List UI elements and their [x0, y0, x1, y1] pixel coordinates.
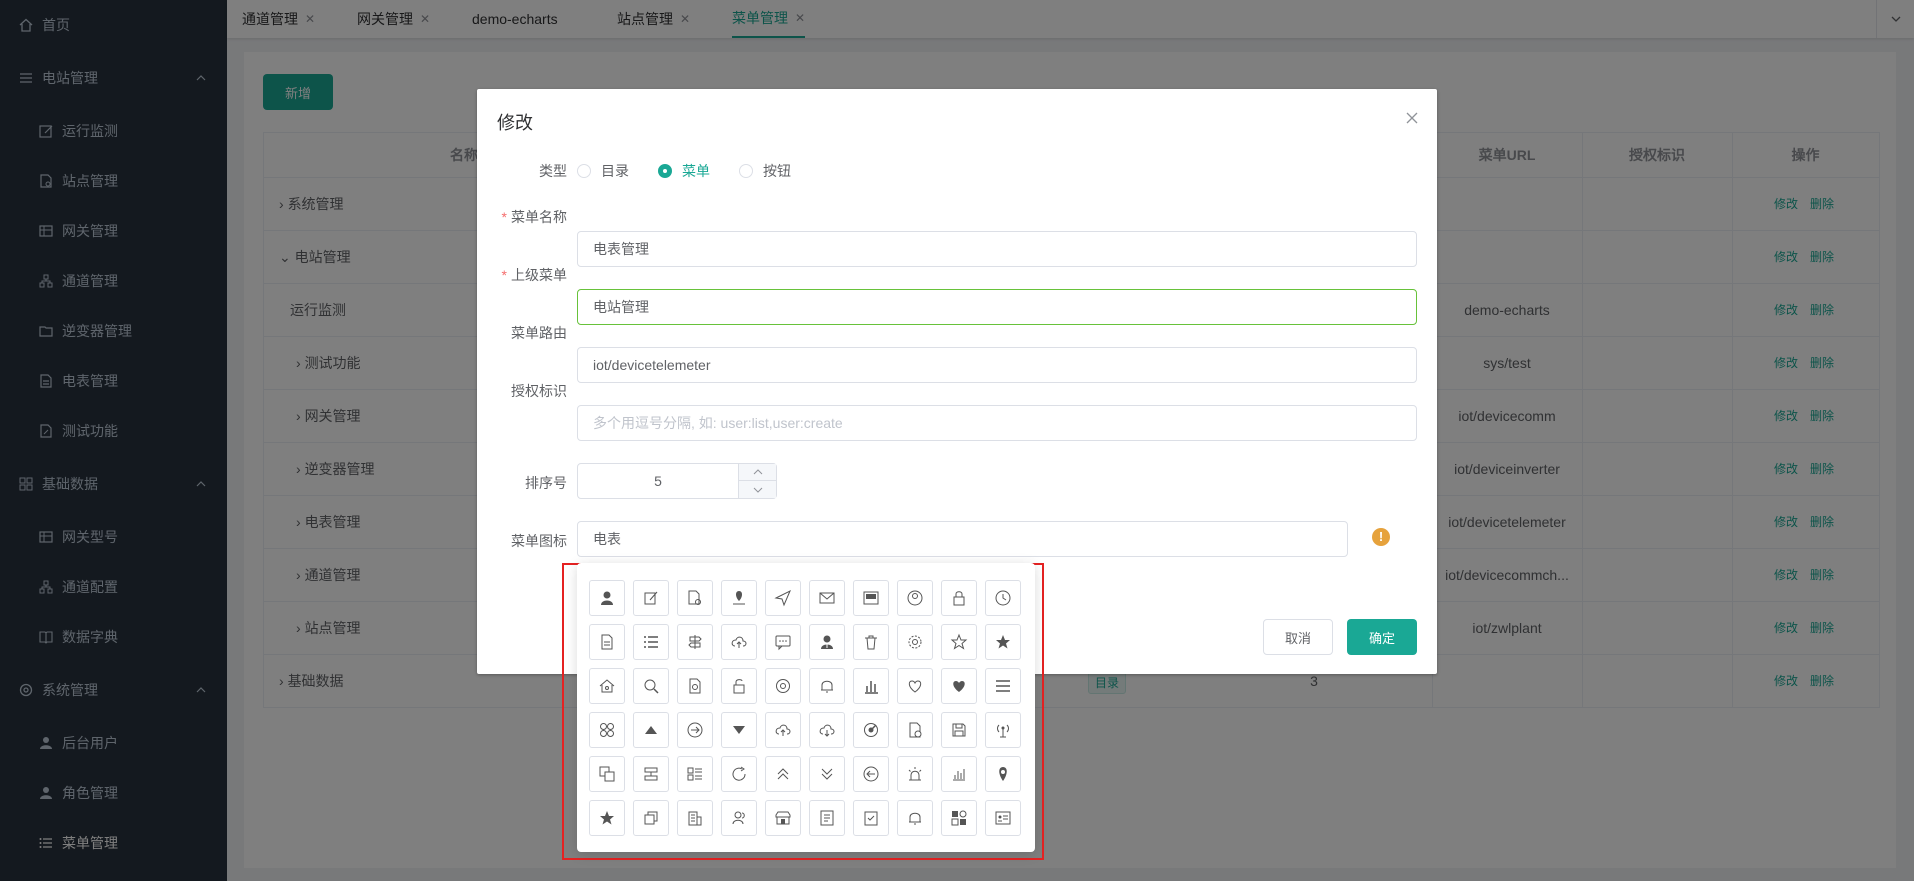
perm-input[interactable]: 多个用逗号分隔, 如: user:list,user:create: [577, 405, 1417, 441]
edit-icon[interactable]: [633, 580, 669, 616]
location-icon[interactable]: [985, 756, 1021, 792]
radio-label: 按钮: [763, 163, 791, 179]
chat-icon[interactable]: [765, 624, 801, 660]
list-icon[interactable]: [633, 624, 669, 660]
warning-icon[interactable]: !: [1372, 528, 1390, 546]
order-stepper[interactable]: 5: [577, 463, 777, 499]
building-icon[interactable]: [677, 800, 713, 836]
label-text: 菜单名称: [511, 209, 567, 225]
radar-icon[interactable]: [853, 712, 889, 748]
map-pin-icon[interactable]: [721, 580, 757, 616]
refresh-icon[interactable]: [721, 756, 757, 792]
increase-button[interactable]: [738, 464, 776, 481]
order-value[interactable]: 5: [578, 464, 738, 498]
agent-icon[interactable]: [809, 624, 845, 660]
type-label: 类型: [539, 163, 567, 179]
stats-icon[interactable]: [941, 756, 977, 792]
apps-icon[interactable]: [941, 800, 977, 836]
menu-name-input[interactable]: 电表管理: [577, 231, 1417, 267]
radio-menu[interactable]: 菜单: [658, 161, 710, 181]
notes-icon[interactable]: [809, 800, 845, 836]
cloud-upload-icon[interactable]: [765, 712, 801, 748]
arrow-left-circle-icon[interactable]: [853, 756, 889, 792]
search-icon[interactable]: [633, 668, 669, 704]
radio-label: 菜单: [682, 163, 710, 179]
star-outline-icon[interactable]: [941, 624, 977, 660]
save-icon[interactable]: [941, 712, 977, 748]
radio-dot: [739, 164, 753, 178]
mail-icon[interactable]: [809, 580, 845, 616]
chevron-down-icon: [753, 487, 762, 493]
parent-menu-input[interactable]: 电站管理: [577, 289, 1417, 325]
trash-icon[interactable]: [853, 624, 889, 660]
document-search-icon[interactable]: [677, 668, 713, 704]
decrease-button[interactable]: [738, 481, 776, 498]
star-icon[interactable]: [589, 800, 625, 836]
double-up-icon[interactable]: [765, 756, 801, 792]
stack-icon[interactable]: [633, 800, 669, 836]
user-icon[interactable]: [589, 580, 625, 616]
radio-catalog[interactable]: 目录: [577, 161, 629, 181]
cancel-button[interactable]: 取消: [1263, 619, 1333, 655]
document-gear-icon[interactable]: [677, 580, 713, 616]
lock-icon[interactable]: [941, 580, 977, 616]
menu-route-input[interactable]: iot/devicetelemeter: [577, 347, 1417, 383]
unlock-icon[interactable]: [721, 668, 757, 704]
cloud-upload-icon[interactable]: [721, 624, 757, 660]
parent-menu-label: * 上级菜单: [477, 265, 567, 285]
arrow-right-circle-icon[interactable]: [677, 712, 713, 748]
perm-label: 授权标识: [511, 383, 567, 399]
order-label: 排序号: [525, 475, 567, 491]
gear-icon[interactable]: [897, 624, 933, 660]
chevron-up-icon: [753, 469, 762, 475]
document-icon[interactable]: [589, 624, 625, 660]
radio-label: 目录: [601, 163, 629, 179]
clock-icon[interactable]: [985, 580, 1021, 616]
radio-dot: [577, 164, 591, 178]
grid-icon[interactable]: [589, 712, 625, 748]
signpost-icon[interactable]: [677, 624, 713, 660]
cloud-download-icon[interactable]: [809, 712, 845, 748]
alarm-icon[interactable]: [897, 756, 933, 792]
settings-icon[interactable]: [765, 668, 801, 704]
id-card-icon[interactable]: [985, 800, 1021, 836]
antenna-icon[interactable]: [985, 712, 1021, 748]
star-icon[interactable]: [985, 624, 1021, 660]
menu-route-label: 菜单路由: [511, 325, 567, 341]
bar-chart-icon[interactable]: [853, 668, 889, 704]
detail-list-icon[interactable]: [677, 756, 713, 792]
menu-icon[interactable]: [985, 668, 1021, 704]
heart-outline-icon[interactable]: [897, 668, 933, 704]
menu-icon-input[interactable]: 电表: [577, 521, 1348, 557]
label-text: 上级菜单: [511, 267, 567, 283]
send-icon[interactable]: [765, 580, 801, 616]
required-mark: *: [501, 267, 507, 283]
menu-name-label: * 菜单名称: [477, 207, 567, 227]
radio-dot: [658, 164, 672, 178]
bell-icon[interactable]: [809, 668, 845, 704]
document-clock-icon[interactable]: [897, 712, 933, 748]
radio-button[interactable]: 按钮: [739, 161, 791, 181]
double-down-icon[interactable]: [809, 756, 845, 792]
dialog-title: 修改: [497, 113, 533, 133]
caret-up-icon[interactable]: [633, 712, 669, 748]
menu-icon-label: 菜单图标: [511, 533, 567, 549]
house-icon[interactable]: [589, 668, 625, 704]
shop-icon[interactable]: [765, 800, 801, 836]
clipboard-check-icon[interactable]: [853, 800, 889, 836]
users-icon[interactable]: [721, 800, 757, 836]
confirm-button[interactable]: 确定: [1347, 619, 1417, 655]
newspaper-icon[interactable]: [853, 580, 889, 616]
close-icon[interactable]: [1405, 111, 1419, 125]
copy-icon[interactable]: [589, 756, 625, 792]
icon-picker-popover: [577, 563, 1035, 852]
bell-icon[interactable]: [897, 800, 933, 836]
heart-icon[interactable]: [941, 668, 977, 704]
server-icon[interactable]: [633, 756, 669, 792]
caret-down-icon[interactable]: [721, 712, 757, 748]
required-mark: *: [501, 209, 507, 225]
user-circle-icon[interactable]: [897, 580, 933, 616]
